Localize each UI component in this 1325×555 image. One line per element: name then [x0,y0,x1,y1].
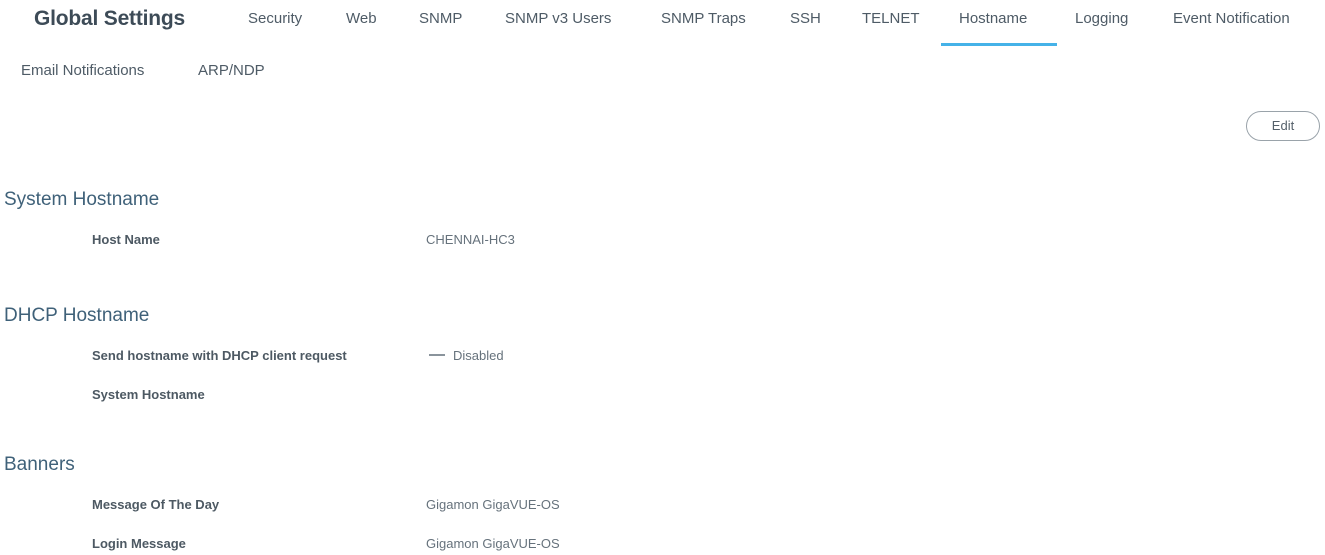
section-title-system-hostname: System Hostname [4,189,160,210]
tab-security[interactable]: Security [248,10,302,27]
edit-button[interactable]: Edit [1246,111,1320,141]
send-hostname-dhcp-value: Disabled [429,348,504,363]
tab-event-notification[interactable]: Event Notification [1173,10,1290,27]
dhcp-system-hostname-label: System Hostname [92,387,205,402]
page-title: Global Settings [34,7,186,30]
tab-web[interactable]: Web [346,10,377,27]
host-name-label: Host Name [92,232,160,247]
message-of-the-day-label: Message Of The Day [92,497,220,512]
tab-ssh[interactable]: SSH [790,10,821,27]
section-title-dhcp-hostname: DHCP Hostname [4,305,150,326]
login-message-label: Login Message [92,536,186,551]
dash-icon [429,353,445,356]
tab-email-notifications[interactable]: Email Notifications [21,62,144,79]
tab-telnet[interactable]: TELNET [862,10,920,27]
host-name-value: CHENNAI-HC3 [426,232,515,247]
tab-snmp-traps[interactable]: SNMP Traps [661,10,746,27]
send-hostname-dhcp-label: Send hostname with DHCP client request [92,348,347,363]
active-tab-indicator [941,43,1057,46]
tab-snmp-v3-users[interactable]: SNMP v3 Users [505,10,611,27]
tab-arp-ndp[interactable]: ARP/NDP [198,62,265,79]
message-of-the-day-value: Gigamon GigaVUE-OS [426,497,560,512]
section-title-banners: Banners [4,454,75,475]
send-hostname-dhcp-status: Disabled [453,348,504,363]
tab-snmp[interactable]: SNMP [419,10,462,27]
login-message-value: Gigamon GigaVUE-OS [426,536,560,551]
tab-logging[interactable]: Logging [1075,10,1128,27]
tab-hostname[interactable]: Hostname [959,10,1027,27]
